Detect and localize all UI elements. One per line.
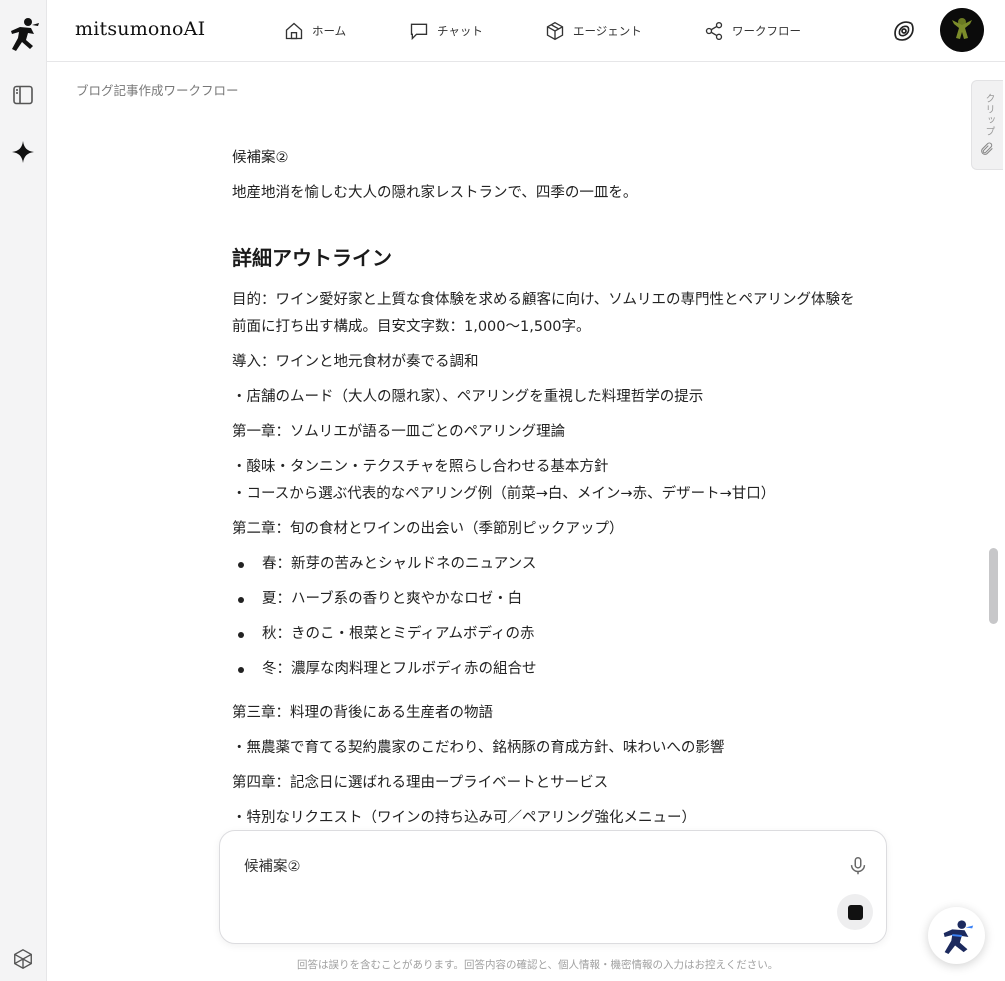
nav-chat-label: チャット: [437, 24, 483, 38]
ninja-assistant-icon: [943, 919, 973, 954]
intro-heading: 導入：ワインと地元食材が奏でる調和: [232, 354, 479, 370]
chapter-4-heading: 第四章：記念日に選ばれる理由ープライベートとサービス: [232, 775, 609, 791]
cube-icon[interactable]: [10, 946, 36, 972]
share-icon: [705, 22, 723, 40]
chapter-4-item: ・特別なリクエスト（ワインの持ち込み可／ペアリング強化メニュー）: [232, 810, 696, 823]
broadcast-icon[interactable]: [892, 19, 916, 43]
intro-item: ・店舗のムード（大人の隠れ家）、ペアリングを重視した料理哲学の提示: [232, 389, 704, 405]
chat-icon: [410, 23, 428, 41]
nav-workflow[interactable]: ワークフロー: [704, 18, 801, 44]
list-item-text: 秋：きのこ・根菜とミディアムボディの赤: [262, 626, 535, 642]
chapter-1-item-1: ・酸味・タンニン・テクスチャを照らし合わせる基本方針: [232, 459, 609, 475]
nav-chat[interactable]: チャット: [409, 18, 483, 44]
left-rail: [0, 0, 47, 981]
microphone-icon[interactable]: [847, 855, 869, 877]
sidebar-toggle-icon[interactable]: [10, 82, 36, 108]
stop-icon: [847, 904, 863, 920]
nav-home[interactable]: ホーム: [284, 18, 346, 44]
user-avatar[interactable]: [940, 8, 984, 52]
candidate-label: 候補案②: [232, 150, 289, 166]
nav-agent-label: エージェント: [573, 24, 642, 38]
chapter-1-item-2: ・コースから選ぶ代表的なペアリング例（前菜→白、メイン→赤、デザート→甘口）: [232, 486, 776, 502]
list-item-text: 冬：濃厚な肉料理とフルボディ赤の組合せ: [262, 661, 537, 677]
chat-message-content: 候補案② 地産地消を愉しむ大人の隠れ家レストランで、四季の一皿を。 詳細アウトラ…: [232, 140, 892, 823]
candidate-text: 地産地消を愉しむ大人の隠れ家レストランで、四季の一皿を。: [232, 185, 638, 201]
purpose-line-1: 目的：ワイン愛好家と上質な食体験を求める顧客に向け、ソムリエの専門性とペアリング…: [232, 292, 855, 308]
disclaimer-text: 回答は誤りを含むことがあります。回答内容の確認と、個人情報・機密情報の入力はお控…: [297, 959, 779, 971]
chapter-2-heading: 第二章：旬の食材とワインの出会い（季節別ピックアップ）: [232, 521, 624, 537]
breadcrumb[interactable]: ブログ記事作成ワークフロー: [76, 80, 239, 99]
ninja-logo-icon[interactable]: [6, 16, 40, 54]
clip-tab-label: クリップ: [983, 93, 994, 137]
outline-heading: 詳細アウトライン: [232, 246, 392, 270]
list-item-text: 春：新芽の苦みとシャルドネのニュアンス: [262, 556, 537, 572]
list-item-text: 夏：ハーブ系の香りと爽やかなロゼ・白: [262, 591, 523, 607]
sparkle-icon[interactable]: [10, 139, 36, 165]
box-icon: [546, 21, 564, 41]
brand-title[interactable]: mitsumonoAI: [75, 18, 205, 40]
clip-tab[interactable]: クリップ: [971, 80, 1003, 170]
scrollbar-thumb[interactable]: [989, 548, 998, 624]
chapter-3-item: ・無農薬で育てる契約農家のこだわり、銘柄豚の育成方針、味わいへの影響: [232, 740, 725, 756]
nav-workflow-label: ワークフロー: [732, 24, 801, 38]
home-icon: [285, 22, 303, 40]
top-header: mitsumonoAI ホーム チャット エージェント ワークフロー: [47, 0, 1005, 62]
paperclip-icon: [981, 142, 993, 155]
purpose-line-2: 前面に打ち出す構成。目安文字数：1,000〜1,500字。: [232, 319, 591, 335]
chapter-1-heading: 第一章：ソムリエが語る一皿ごとのペアリング理論: [232, 424, 566, 440]
nav-agent[interactable]: エージェント: [545, 18, 642, 44]
chat-input-box[interactable]: 候補案②: [219, 830, 887, 944]
stop-button[interactable]: [837, 894, 873, 930]
chapter-3-heading: 第三章：料理の背後にある生産者の物語: [232, 705, 493, 721]
chat-input-field[interactable]: 候補案②: [244, 855, 301, 876]
nav-home-label: ホーム: [312, 24, 347, 38]
assistant-fab-button[interactable]: [928, 907, 985, 964]
